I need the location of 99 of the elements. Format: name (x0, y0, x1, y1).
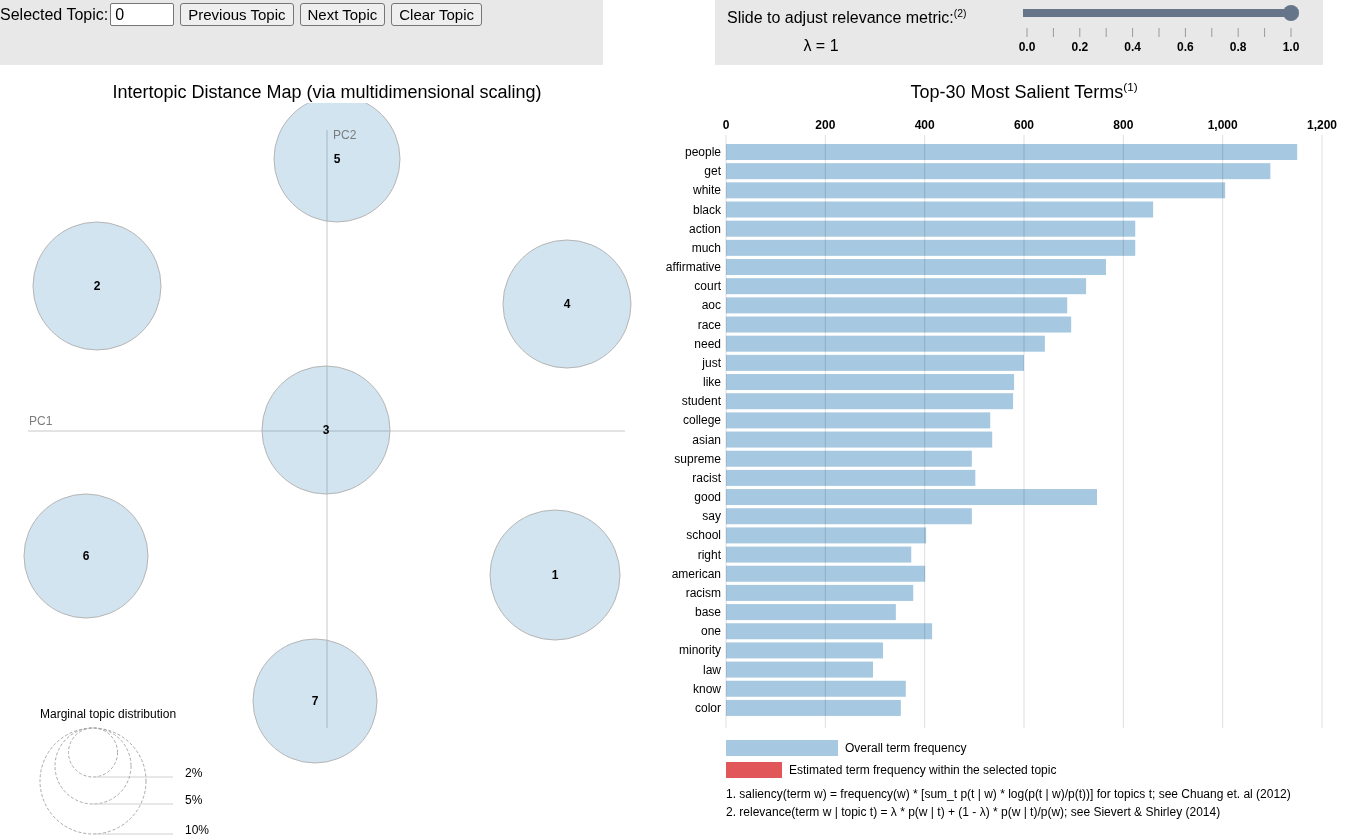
term-label: asian (692, 432, 721, 447)
term-label: black (693, 202, 721, 217)
next-topic-button[interactable]: Next Topic (299, 3, 386, 26)
slider-tick-label: 1.0 (1282, 40, 1300, 54)
term-label: college (682, 413, 721, 428)
frequency-bar[interactable] (726, 297, 1068, 314)
size-legend-label: 2% (185, 766, 203, 780)
term-label: supreme (674, 451, 721, 466)
selected-topic-label: Selected Topic: (0, 5, 109, 25)
legend-label: Overall term frequency (845, 741, 967, 755)
slider-thumb[interactable] (1283, 5, 1299, 21)
frequency-bar[interactable] (726, 527, 927, 544)
term-label: like (703, 375, 721, 390)
frequency-bar[interactable] (726, 489, 1097, 506)
term-label: say (702, 509, 721, 524)
term-label: race (697, 317, 721, 332)
term-label: color (695, 700, 721, 715)
frequency-bar[interactable] (726, 144, 1298, 160)
legend-label: Estimated term frequency within the selected topic (789, 763, 1057, 777)
axis-tick-label: 800 (1113, 118, 1134, 132)
slider-tick-label: 0.2 (1071, 40, 1089, 54)
axis-tick-label: 1,000 (1207, 118, 1238, 132)
frequency-bar[interactable] (726, 546, 912, 563)
frequency-bar[interactable] (726, 201, 1154, 218)
topic-circle[interactable]: 6 (23, 493, 149, 619)
frequency-bar[interactable] (726, 220, 1136, 237)
term-label: racist (692, 470, 721, 485)
previous-topic-button[interactable]: Previous Topic (180, 3, 294, 26)
term-label: affirmative (665, 260, 721, 274)
term-label: white (693, 183, 721, 198)
frequency-bar[interactable] (726, 374, 1015, 391)
axis-tick-label: 1,200 (1307, 118, 1337, 132)
slider-tick-label: 0.4 (1124, 40, 1141, 54)
term-label: much (691, 240, 721, 255)
topic-circle[interactable]: 2 (32, 221, 162, 351)
frequency-bar[interactable] (726, 335, 1045, 352)
topic-circle[interactable]: 1 (489, 509, 621, 641)
frequency-bar[interactable] (726, 680, 906, 697)
term-label: need (694, 336, 721, 351)
axis-label: PC1 (29, 414, 53, 428)
frequency-bar[interactable] (726, 316, 1072, 333)
footnote: 2. relevance(term w | topic t) = λ * p(w | t) + (1 - λ) * p(w | t)/p(w); see Sievert & Shirley (2014) (726, 804, 1222, 821)
frequency-bar[interactable] (726, 642, 883, 659)
term-label: student (681, 394, 721, 409)
chart-title: Top-30 Most Salient Terms$^{(1)}$ (909, 81, 1139, 103)
frequency-bar[interactable] (726, 393, 1014, 410)
frequency-bar[interactable] (726, 278, 1087, 295)
topic-number-field[interactable]: 0 (110, 3, 175, 26)
size-legend-title: Marginal topic distribution (40, 707, 177, 721)
term-label: racism (685, 585, 721, 600)
term-label: american (671, 566, 721, 581)
frequency-bar[interactable] (726, 412, 991, 429)
frequency-bar[interactable] (726, 259, 1106, 275)
axis-tick-label: 0 (722, 118, 730, 132)
axis-label: PC2 (333, 128, 357, 142)
term-label: just (702, 355, 721, 370)
footnote: 1. saliency(term w) = frequency(w) * [sum_t p(t | w) * log(p(t | w)/p(t))] for topics t; see Chuang et. al (2012) (726, 786, 1292, 803)
term-label: law (703, 662, 721, 677)
term-label: school (686, 528, 721, 543)
frequency-bar[interactable] (726, 565, 926, 582)
term-label: one (700, 624, 721, 639)
term-label: base (694, 605, 721, 620)
size-legend-label: 10% (185, 823, 210, 837)
term-label: get (704, 164, 721, 179)
term-label: minority (679, 643, 721, 658)
axis-tick-label: 600 (1014, 118, 1034, 132)
slider-tick-label: 0.8 (1229, 40, 1247, 54)
frequency-bar[interactable] (726, 163, 1271, 180)
frequency-bar[interactable] (726, 623, 933, 640)
map-title: Intertopic Distance Map (via multidimensional scaling) (111, 81, 543, 103)
size-legend-label: 5% (185, 793, 203, 807)
frequency-bar[interactable] (726, 508, 972, 525)
frequency-bar[interactable] (726, 584, 914, 601)
frequency-bar[interactable] (726, 604, 896, 621)
axis-tick-label: 200 (815, 118, 836, 132)
slider-tick-label: 0.0 (1018, 40, 1036, 54)
frequency-bar[interactable] (726, 239, 1136, 256)
frequency-bar[interactable] (726, 699, 901, 716)
term-label: right (697, 547, 721, 562)
term-label: action (688, 221, 721, 236)
term-label: aoc (701, 298, 721, 313)
term-label: know (693, 681, 721, 696)
term-label: people (684, 145, 721, 159)
axis-tick-label: 400 (914, 118, 935, 132)
frequency-bar[interactable] (726, 450, 972, 467)
frequency-bar[interactable] (726, 661, 873, 678)
topic-circle[interactable]: 3 (261, 365, 391, 495)
lambda-value: λ = 1 (802, 36, 840, 56)
clear-topic-button[interactable]: Clear Topic (391, 3, 483, 26)
relevance-slider-label: Slide to adjust relevance metric:$^{(2)}$ (727, 8, 968, 28)
topic-circle[interactable]: 4 (502, 239, 632, 369)
term-label: court (694, 279, 721, 294)
frequency-bar[interactable] (726, 182, 1226, 199)
slider-tick-label: 0.6 (1177, 40, 1194, 54)
frequency-bar[interactable] (726, 354, 1024, 371)
term-label: good (694, 490, 721, 505)
topic-circle[interactable]: 7 (252, 638, 378, 764)
frequency-bar[interactable] (726, 431, 993, 448)
frequency-bar[interactable] (726, 469, 976, 486)
